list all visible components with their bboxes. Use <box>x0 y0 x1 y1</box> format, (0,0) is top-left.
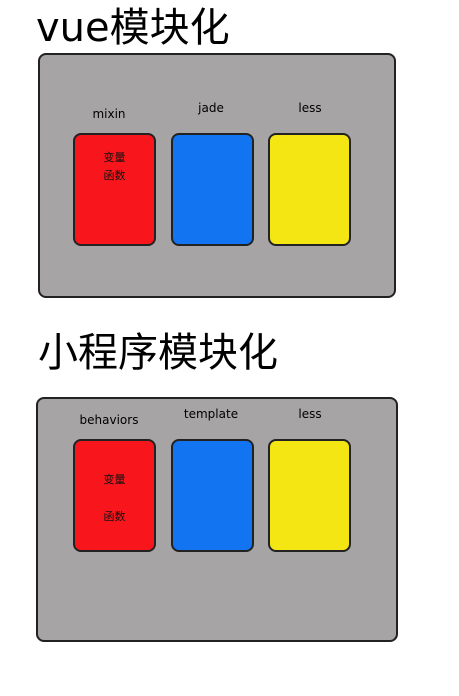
mp-card-text-variable: 变量 <box>103 473 126 486</box>
vue-card-text-variable: 变量 <box>103 151 126 164</box>
miniprogram-section-title: 小程序模块化 <box>38 330 278 376</box>
mp-label-template: template <box>183 407 239 421</box>
mp-label-behaviors: behaviors <box>79 413 139 427</box>
mp-label-less: less <box>298 407 322 421</box>
mp-card-less <box>268 439 351 552</box>
vue-section-title: vue模块化 <box>36 5 230 51</box>
vue-card-mixin: 变量 函数 <box>73 133 156 246</box>
mp-card-behaviors: 变量 函数 <box>73 439 156 552</box>
mp-card-template <box>171 439 254 552</box>
vue-label-less: less <box>298 101 322 115</box>
vue-label-mixin: mixin <box>92 107 126 121</box>
vue-card-less <box>268 133 351 246</box>
vue-label-jade: jade <box>198 101 224 115</box>
vue-card-jade <box>171 133 254 246</box>
mp-card-text-function: 函数 <box>103 510 126 523</box>
vue-card-text-function: 函数 <box>103 169 126 182</box>
